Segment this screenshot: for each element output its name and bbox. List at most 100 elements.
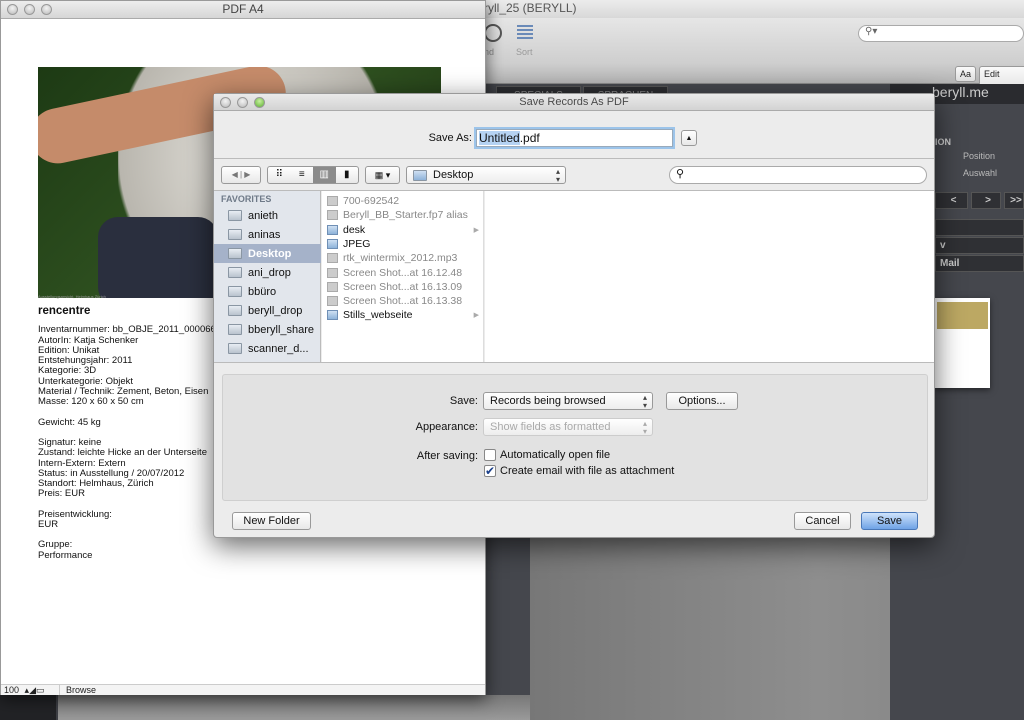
sidebar-item-anieth[interactable]: anieth xyxy=(214,206,321,225)
search-icon: ⚲▾ xyxy=(865,26,878,37)
options-button[interactable]: Options... xyxy=(666,392,738,410)
window-title: PDF A4 xyxy=(1,1,485,19)
coverflow-view-icon[interactable]: ▮ xyxy=(336,167,359,183)
search-field[interactable]: ⚲ xyxy=(669,166,927,184)
view-mode-buttons: ⠿ ≡ ▥ ▮ xyxy=(267,166,359,184)
folder-icon xyxy=(228,324,242,335)
cancel-button[interactable]: Cancel xyxy=(794,512,851,530)
zoom-level[interactable]: 100 xyxy=(1,685,22,695)
filename-selection: Untitled xyxy=(479,131,520,145)
grid-icon: ▦ ▾ xyxy=(374,170,391,180)
back-icon[interactable]: ◀ xyxy=(232,170,238,179)
back-forward-buttons[interactable]: ◀ | ▶ xyxy=(221,166,261,184)
sidebar-item-desktop[interactable]: Desktop xyxy=(214,244,321,263)
sidebar-item-aninas[interactable]: aninas xyxy=(214,225,321,244)
checkbox-icon[interactable] xyxy=(484,449,496,462)
content-area xyxy=(530,538,890,720)
find-icon[interactable] xyxy=(484,24,502,42)
folder-icon xyxy=(228,267,242,278)
sidebar-item-beryll-drop[interactable]: beryll_drop xyxy=(214,301,321,320)
sidebar-item-bb-ro[interactable]: bbüro xyxy=(214,282,321,301)
last-button[interactable]: >> xyxy=(1004,192,1024,209)
file-item[interactable]: Screen Shot...at 16.13.38 xyxy=(327,294,482,308)
save-records-popup[interactable]: Records being browsed ▴ ▾ xyxy=(483,392,653,410)
folder-icon xyxy=(228,286,242,297)
desktop-icon xyxy=(228,248,242,259)
computer-icon xyxy=(228,210,242,221)
new-folder-button[interactable]: New Folder xyxy=(232,512,311,530)
file-name: Beryll_BB_Starter.fp7 alias xyxy=(343,209,468,222)
record-field: Performance xyxy=(38,549,93,561)
window-controls xyxy=(7,4,52,15)
location-popup[interactable]: Desktop ▴ ▾ xyxy=(406,166,566,184)
save-button[interactable]: Save xyxy=(861,512,918,530)
save-label: Save: xyxy=(449,395,478,407)
zoom-in-icon[interactable]: ◢ xyxy=(29,685,36,695)
file-icon xyxy=(327,210,338,221)
icon-view-icon[interactable]: ⠿ xyxy=(268,167,291,183)
minimize-button[interactable] xyxy=(237,97,248,108)
arrange-button[interactable]: ▦ ▾ xyxy=(365,166,400,184)
file-item[interactable]: Screen Shot...at 16.13.09 xyxy=(327,280,482,294)
window-controls xyxy=(220,97,265,108)
status-bar: 100 ▴◢▭ Browse xyxy=(1,684,485,695)
minimize-button[interactable] xyxy=(24,4,35,15)
sidebar-item-scanner-d-[interactable]: scanner_d... xyxy=(214,339,321,358)
section-label: ION xyxy=(935,137,952,147)
panel-button-2[interactable]: v xyxy=(935,237,1024,254)
popup-arrows-icon: ▴ ▾ xyxy=(642,393,647,410)
layout-strip: Aa Edit Layou xyxy=(480,62,1024,96)
sort-icon[interactable] xyxy=(517,25,533,41)
auto-open-label: Automatically open file xyxy=(500,449,611,461)
file-name: Stills_webseite xyxy=(343,309,413,322)
next-button[interactable]: > xyxy=(971,192,1001,209)
file-item[interactable]: JPEG xyxy=(327,237,482,251)
file-item[interactable]: desk ▶ xyxy=(327,223,482,237)
file-icon xyxy=(327,296,338,307)
location-value: Desktop xyxy=(433,169,474,181)
close-button[interactable] xyxy=(7,4,18,15)
text-format-button[interactable]: Aa xyxy=(955,66,977,82)
left-panel xyxy=(0,695,56,720)
save-records-value: Records being browsed xyxy=(490,395,606,407)
empty-column xyxy=(485,191,934,362)
zoom-button[interactable] xyxy=(41,4,52,15)
column-view-icon[interactable]: ▥ xyxy=(313,167,336,183)
mode-label[interactable]: Browse xyxy=(59,685,97,695)
disclosure-icon: ▶ xyxy=(473,226,479,234)
filename-input[interactable]: Untitled.pdf xyxy=(476,129,673,147)
zoom-button[interactable] xyxy=(254,97,265,108)
forward-icon[interactable]: ▶ xyxy=(244,170,250,179)
panel-button-1[interactable] xyxy=(935,219,1024,236)
expand-toggle-button[interactable]: ▲ xyxy=(681,130,697,146)
folder-icon xyxy=(228,343,242,354)
file-item[interactable]: Stills_webseite ▶ xyxy=(327,308,482,322)
file-item[interactable]: rtk_wintermix_2012.mp3 xyxy=(327,251,482,265)
after-saving-label: After saving: xyxy=(416,450,478,462)
file-column: 700-692542 Beryll_BB_Starter.fp7 alias des… xyxy=(322,191,484,362)
auto-open-checkbox[interactable]: Automatically open file xyxy=(484,449,611,462)
mail-button[interactable]: Mail xyxy=(935,255,1024,272)
file-name: Screen Shot...at 16.12.48 xyxy=(343,266,463,279)
prev-button[interactable]: < xyxy=(935,192,968,209)
file-item[interactable]: Screen Shot...at 16.12.48 xyxy=(327,266,482,280)
close-button[interactable] xyxy=(220,97,231,108)
photo-caption: Ausstellungsansicht, Helmhaus Zürich xyxy=(38,294,106,299)
file-name: Screen Shot...at 16.13.09 xyxy=(343,280,463,293)
create-email-checkbox[interactable]: ✔ Create email with file as attachment xyxy=(484,465,674,478)
sidebar-item-label: ani_drop xyxy=(248,266,291,279)
search-input[interactable]: ⚲▾ xyxy=(858,25,1024,42)
file-item[interactable]: Beryll_BB_Starter.fp7 alias xyxy=(327,208,482,222)
list-view-icon[interactable]: ≡ xyxy=(291,167,314,183)
sidebar-item-label: bberyll_share xyxy=(248,323,315,336)
save-dialog: Save Records As PDF Save As: Untitled.pd… xyxy=(213,93,935,538)
toolbar-toggle-icon[interactable]: ▭ xyxy=(36,685,45,695)
sidebar-item-ani-drop[interactable]: ani_drop xyxy=(214,263,321,282)
disclosure-icon: ▶ xyxy=(473,312,479,320)
auswahl-label: Auswahl xyxy=(963,168,998,178)
sidebar-item-bberyll-share[interactable]: bberyll_share xyxy=(214,320,321,339)
favorites-header: FAVORITES xyxy=(221,194,272,204)
file-name: desk xyxy=(343,223,366,236)
file-item[interactable]: 700-692542 xyxy=(327,194,482,208)
checkmark-icon[interactable]: ✔ xyxy=(484,465,496,478)
